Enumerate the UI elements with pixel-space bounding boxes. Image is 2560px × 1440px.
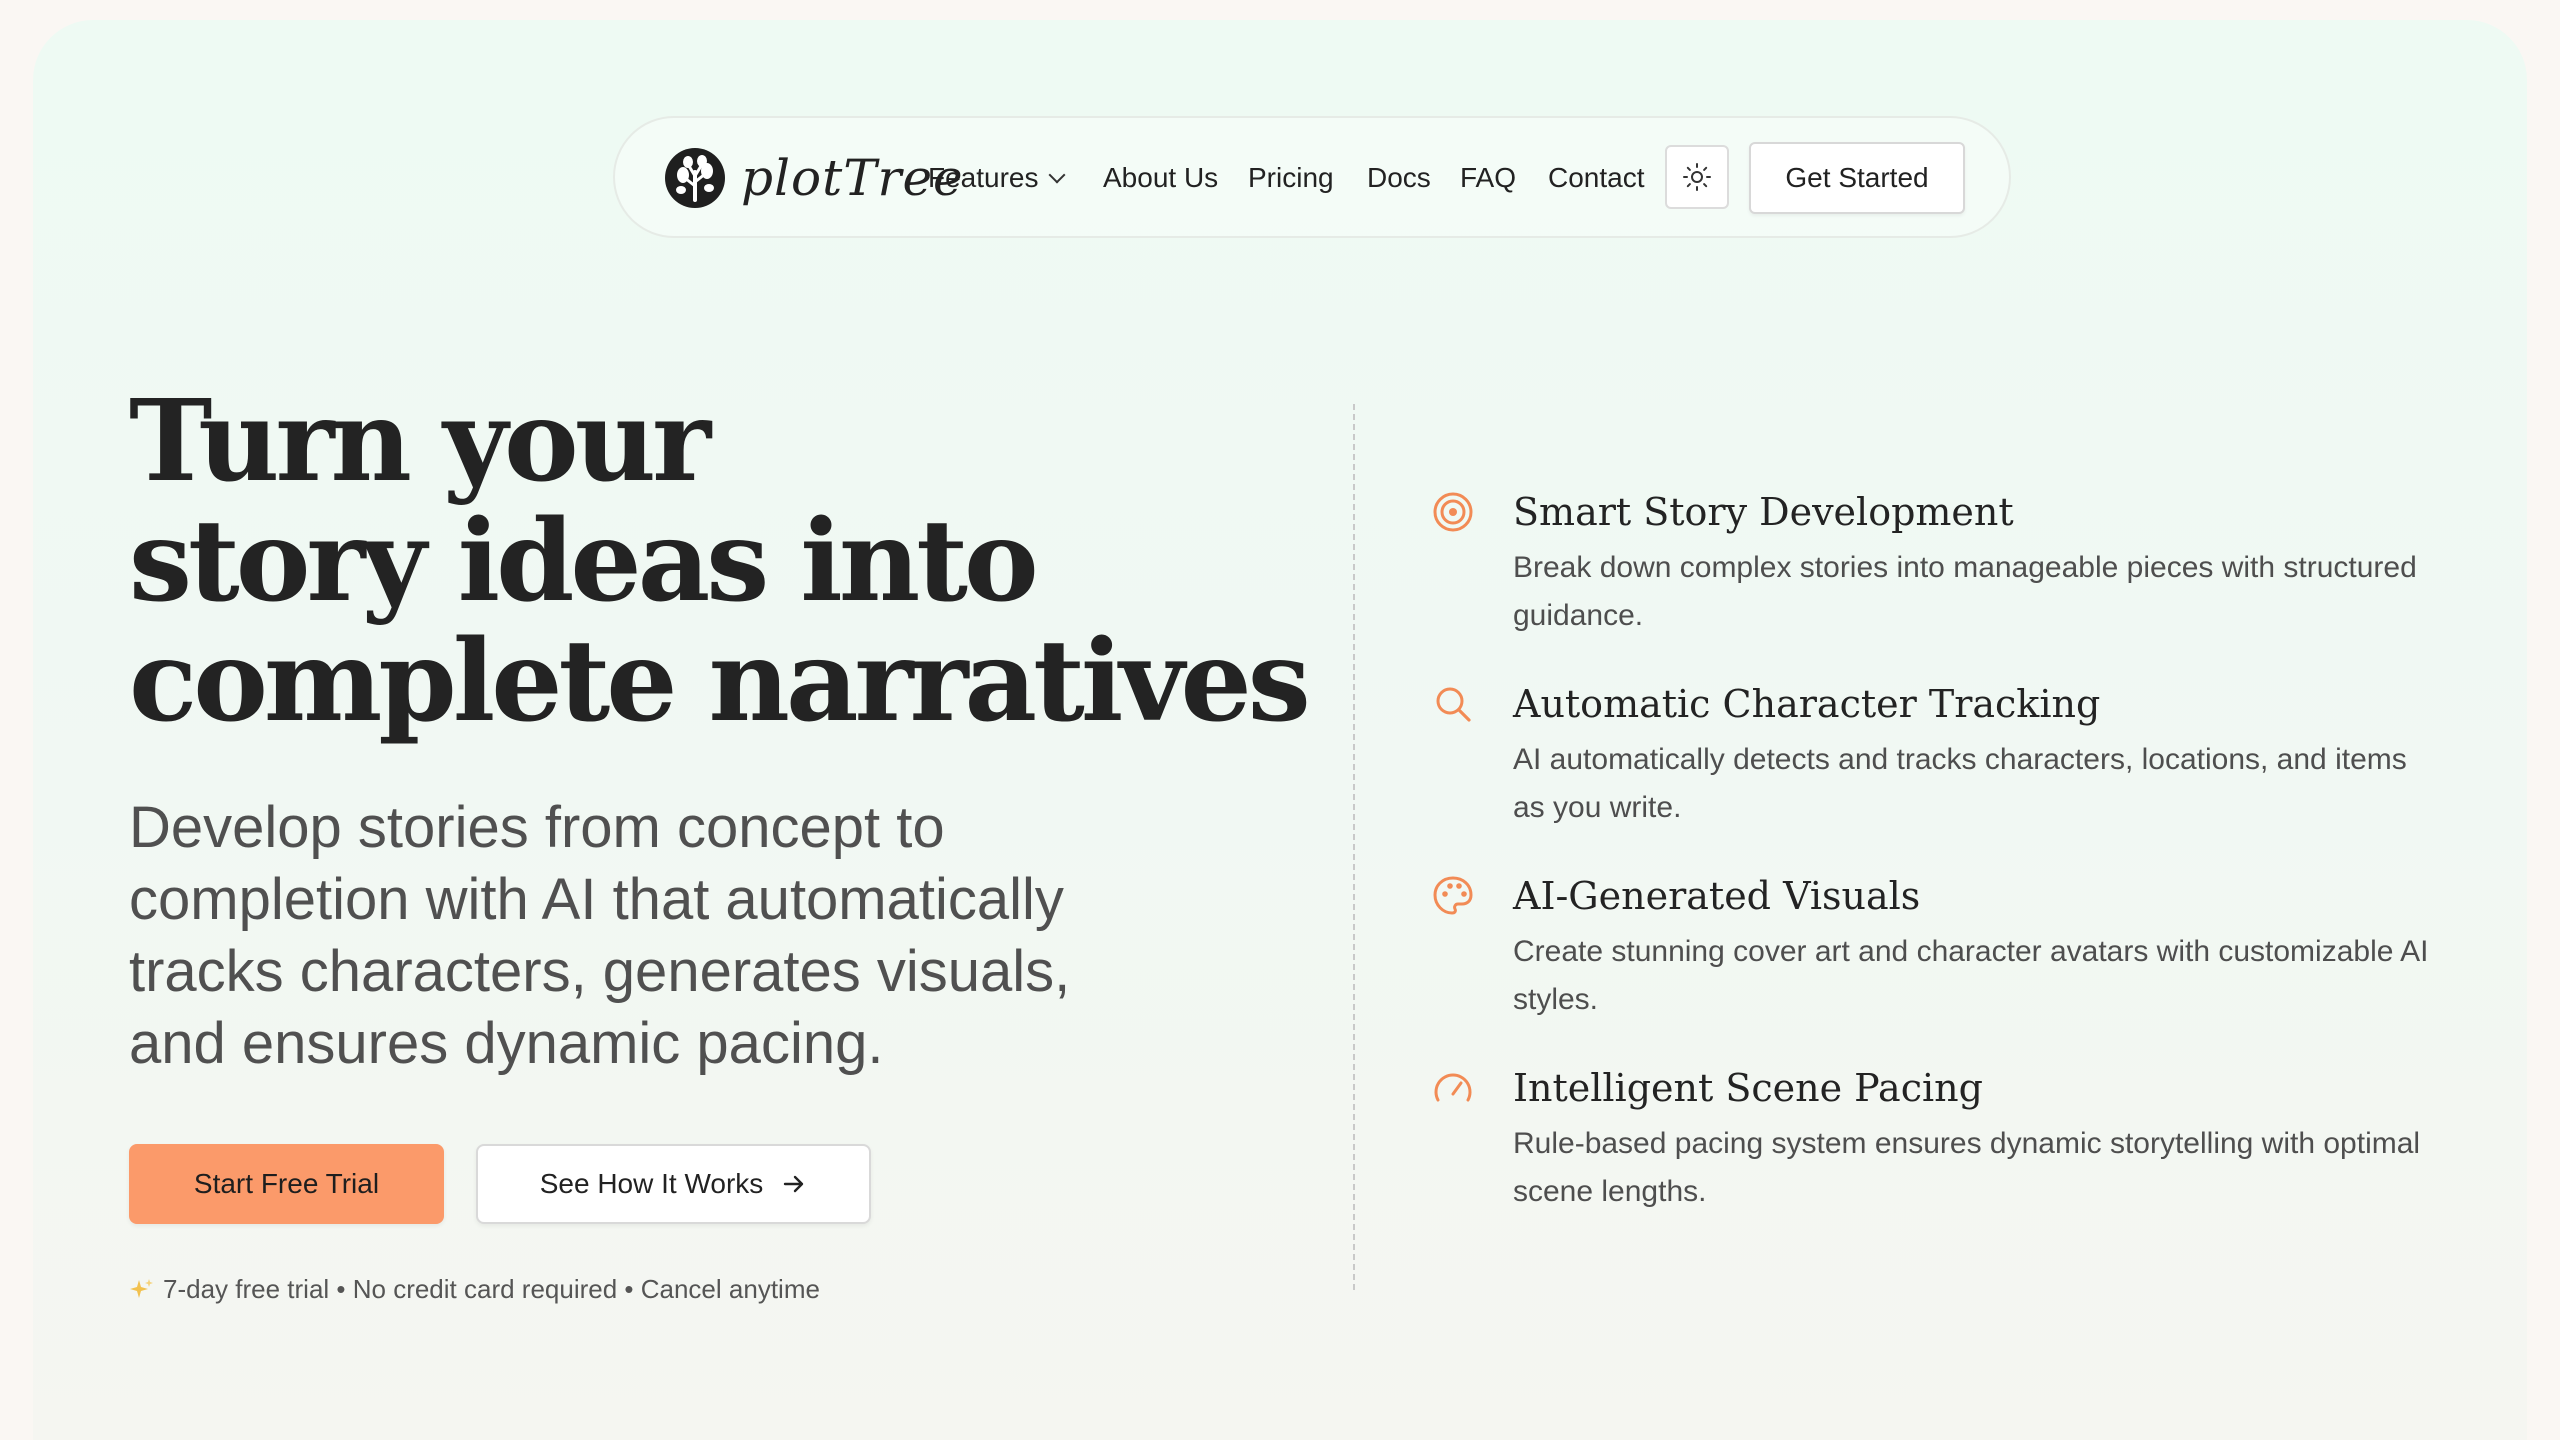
nav-item-features[interactable]: Features (928, 118, 1065, 240)
gauge-icon (1434, 1073, 1472, 1102)
feature-description-line: guidance. (1513, 599, 1644, 632)
feature-title: Automatic Character Tracking (1513, 682, 2101, 726)
subhead-line: Develop stories from concept to (129, 795, 945, 860)
search-icon (1436, 687, 1471, 722)
trial-fineprint: 7-day free trial • No credit card requir… (129, 1274, 820, 1305)
see-how-it-works-label: See How It Works (539, 1168, 764, 1199)
nav-item-pricing[interactable]: Pricing (1248, 118, 1334, 240)
feature-title: Intelligent Scene Pacing (1513, 1066, 1983, 1110)
tree-logo-icon (665, 148, 725, 208)
feature-description-line: AI automatically detects and tracks char… (1513, 743, 2407, 776)
sparkle-icon (129, 1277, 155, 1303)
feature-description-line: scene lengths. (1513, 1175, 1707, 1208)
feature-description: Create stunning cover art and character … (1513, 928, 2513, 1024)
headline-line: complete narratives (129, 616, 1311, 747)
nav-item-about-us[interactable]: About Us (1103, 118, 1218, 240)
theme-toggle-button[interactable] (1665, 145, 1729, 209)
hero-headline: Turn your story ideas into complete narr… (129, 382, 1329, 742)
sun-icon (1683, 163, 1711, 191)
nav-item-contact[interactable]: Contact (1548, 118, 1645, 240)
feature-description: AI automatically detects and tracks char… (1513, 736, 2513, 832)
nav-item-label: Features (928, 162, 1039, 193)
feature-description-line: Break down complex stories into manageab… (1513, 551, 2417, 584)
see-how-it-works-button[interactable]: See How It Works (476, 1144, 871, 1224)
feature-description-line: Rule-based pacing system ensures dynamic… (1513, 1127, 2421, 1160)
arrow-right-icon (781, 1171, 807, 1197)
hero-subheading: Develop stories from concept to completi… (129, 792, 1209, 1080)
headline-line: Turn your (129, 376, 711, 507)
top-navigation: plotTree Features About Us Pricing Docs … (613, 116, 2011, 238)
feature-title: Smart Story Development (1513, 490, 2014, 534)
feature-description-line: as you write. (1513, 791, 1682, 824)
page-background: plotTree Features About Us Pricing Docs … (33, 20, 2527, 1440)
feature-description: Break down complex stories into manageab… (1513, 544, 2513, 640)
brand-logo[interactable]: plotTree (663, 146, 964, 210)
nav-item-faq[interactable]: FAQ (1460, 118, 1516, 240)
feature-description: Rule-based pacing system ensures dynamic… (1513, 1120, 2513, 1216)
start-free-trial-button[interactable]: Start Free Trial (129, 1144, 444, 1224)
fineprint-text: 7-day free trial • No credit card requir… (163, 1274, 820, 1304)
target-icon (1433, 492, 1473, 532)
nav-item-docs[interactable]: Docs (1367, 118, 1431, 240)
get-started-button[interactable]: Get Started (1749, 142, 1965, 214)
subhead-line: and ensures dynamic pacing. (129, 1011, 884, 1076)
subhead-line: tracks characters, generates visuals, (129, 939, 1071, 1004)
headline-line: story ideas into (129, 496, 1039, 627)
feature-description-line: styles. (1513, 983, 1599, 1016)
chevron-down-icon (1048, 166, 1065, 184)
feature-title: AI-Generated Visuals (1513, 874, 1921, 918)
section-divider (1353, 404, 1355, 1290)
palette-icon (1433, 876, 1473, 915)
feature-description-line: Create stunning cover art and character … (1513, 935, 2429, 968)
subhead-line: completion with AI that automatically (129, 867, 1064, 932)
